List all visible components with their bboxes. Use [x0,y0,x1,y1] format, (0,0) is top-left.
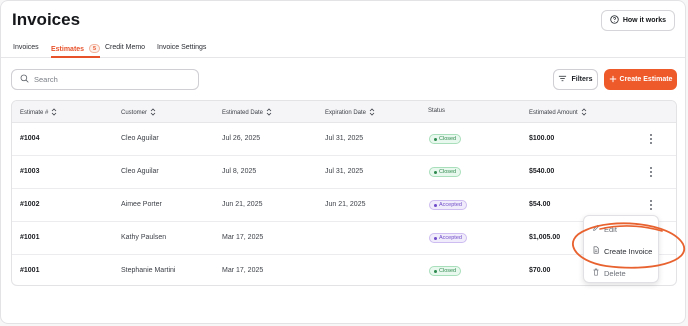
sort-arrows-icon [369,108,375,118]
sort-arrows-icon [51,108,57,118]
menu-item-edit[interactable]: Edit [592,224,617,234]
pencil-icon [592,224,600,234]
sort-arrows-icon [266,108,272,118]
column-header-status: Status [428,108,445,114]
filter-lines-icon [558,74,567,85]
how-it-works-button[interactable]: How it works [600,10,675,31]
column-label: Expiration Date [325,110,367,116]
column-label: Estimated Amount [529,110,578,116]
estimate-number[interactable]: #1001 [20,234,39,241]
status-label: Closed [439,267,457,274]
kebab-icon[interactable] [648,133,654,145]
expiration-date: Jun 21, 2025 [325,201,366,208]
estimated-date: Mar 17, 2025 [222,234,264,241]
plus-icon [609,75,617,85]
tab-invoices[interactable]: Invoices [13,44,39,58]
status-label: Accepted [439,234,462,241]
expiration-date: Jul 31, 2025 [325,168,364,175]
search-input[interactable]: Search [11,69,199,90]
estimate-number[interactable]: #1002 [20,201,39,208]
how-it-works-label: How it works [622,17,666,24]
sort-arrows-icon [581,108,587,118]
search-placeholder: Search [34,75,58,84]
count-badge: 5 [89,44,101,53]
column-label: Estimated Date [222,110,264,116]
tab-label: Invoice Settings [157,44,207,51]
status-badge: Closed [429,266,462,276]
table-row[interactable]: #1002 Aimee Porter Jun 21, 2025 Jun 21, … [12,189,676,222]
estimated-amount: $540.00 [529,168,555,175]
create-estimate-label: Create Estimate [619,76,673,83]
filters-label: Filters [571,76,593,83]
estimated-date: Jun 21, 2025 [222,201,263,208]
expiration-date: Jul 31, 2025 [325,135,364,142]
trash-icon [592,268,600,278]
estimated-amount: $70.00 [529,267,551,274]
menu-item-label: Delete [604,268,626,278]
search-icon [20,74,29,85]
row-actions-menu: Edit Create Invoice Delete [583,215,659,283]
menu-item-delete[interactable]: Delete [592,268,626,278]
tab-invoice-settings[interactable]: Invoice Settings [157,44,206,58]
app-window: Invoices How it works Invoices Estimates… [0,0,686,324]
status-badge: Accepted [429,233,467,243]
sort-arrows-icon [150,108,156,118]
menu-item-create-invoice[interactable]: Create Invoice [592,246,652,256]
tab-label: Invoices [13,44,39,51]
customer-name: Kathy Paulsen [121,234,167,241]
status-badge: Accepted [429,200,467,210]
table-row[interactable]: #1001 Stephanie Martini Mar 17, 2025 Clo… [12,255,676,285]
tab-estimates[interactable]: Estimates 5 [51,44,101,58]
column-header-customer[interactable]: Customer [121,108,156,118]
help-circle-icon [610,15,619,26]
status-label: Accepted [439,201,462,208]
document-icon [592,246,600,256]
estimate-number[interactable]: #1003 [20,168,39,175]
estimated-amount: $100.00 [529,135,555,142]
column-header-estimated-amount[interactable]: Estimated Amount [529,108,587,118]
estimated-date: Jul 26, 2025 [222,135,261,142]
customer-name: Cleo Aguilar [121,135,159,142]
page-title: Invoices [12,10,81,29]
estimated-amount: $54.00 [529,201,551,208]
table-row[interactable]: #1004 Cleo Aguilar Jul 26, 2025 Jul 31, … [12,123,676,156]
status-label: Closed [439,168,457,175]
kebab-icon[interactable] [648,199,654,211]
menu-item-label: Create Invoice [604,246,653,256]
table-header: Estimate # Customer Estimated Date Expir… [12,101,676,123]
column-header-estimate[interactable]: Estimate # [20,108,57,118]
filters-button[interactable]: Filters [553,69,598,90]
column-header-expiration-date[interactable]: Expiration Date [325,108,375,118]
status-label: Closed [439,135,457,142]
status-badge: Closed [429,134,462,144]
customer-name: Aimee Porter [121,201,162,208]
column-label: Estimate # [20,110,49,116]
customer-name: Cleo Aguilar [121,168,159,175]
tab-bar: Invoices Estimates 5 Credit Memo Invoice … [1,41,685,58]
status-badge: Closed [429,167,462,177]
estimated-date: Jul 8, 2025 [222,168,257,175]
menu-item-label: Edit [604,224,617,234]
estimate-number[interactable]: #1001 [20,267,39,274]
column-label: Customer [121,110,148,116]
column-label: Status [428,108,446,114]
tab-credit-memo[interactable]: Credit Memo [105,44,145,58]
estimated-date: Mar 17, 2025 [222,267,264,274]
tab-label: Estimates [51,46,85,53]
estimated-amount: $1,005.00 [529,234,561,241]
table-row[interactable]: #1003 Cleo Aguilar Jul 8, 2025 Jul 31, 2… [12,156,676,189]
kebab-icon[interactable] [648,166,654,178]
estimate-number[interactable]: #1004 [20,135,39,142]
table-row[interactable]: #1001 Kathy Paulsen Mar 17, 2025 Accepte… [12,222,676,255]
estimates-table: Estimate # Customer Estimated Date Expir… [11,100,677,286]
tab-label: Credit Memo [105,44,146,51]
column-header-estimated-date[interactable]: Estimated Date [222,108,272,118]
create-estimate-button[interactable]: Create Estimate [604,69,677,90]
customer-name: Stephanie Martini [121,267,176,274]
